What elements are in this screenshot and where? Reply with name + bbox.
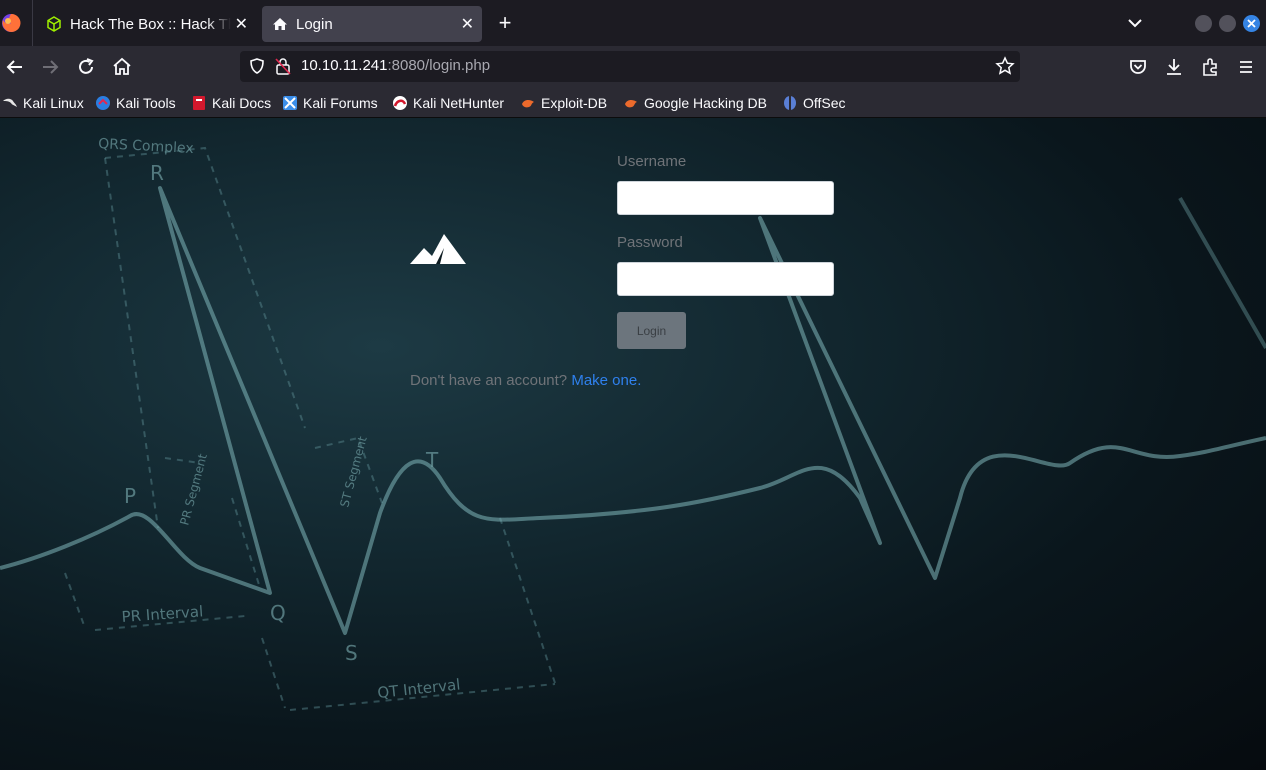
pr-segment-label: PR Segment [177,452,210,527]
url-bar[interactable]: 10.10.11.241:8080/login.php [240,51,1020,82]
tab-login[interactable]: Login ✕ [262,6,482,42]
st-segment-label: ST Segment [337,435,369,509]
forward-arrow-icon[interactable] [39,56,61,78]
tab-hackthebox[interactable]: Hack The Box :: Hack The Box ✕ [36,6,256,42]
qrs-complex-label: QRS Complex [98,136,194,157]
hackthebox-cube-icon [47,16,61,32]
menu-hamburger-icon[interactable] [1235,56,1257,78]
download-icon[interactable] [1163,56,1185,78]
close-window-button[interactable] [1243,15,1260,32]
username-input[interactable] [617,181,834,215]
bookmark-kali-tools[interactable]: Kali Tools [95,93,176,113]
bookmark-star-icon[interactable] [995,56,1015,76]
login-button[interactable]: Login [617,312,686,349]
exploit-db-icon [522,99,534,108]
bookmark-label: Kali Linux [23,95,84,111]
bookmark-label: OffSec [803,95,846,111]
pr-interval-label: PR Interval [121,602,204,626]
ecg-background-illustration: QRS Complex R P Q S T PR Segment ST Segm… [0,136,1266,711]
google-hacking-db-icon [625,99,637,108]
chevron-down-icon[interactable] [1124,14,1146,32]
bookmark-label: Google Hacking DB [644,95,767,111]
p-wave-label: P [124,484,136,508]
bookmarks-toolbar: Kali Linux Kali Tools Kali Docs Kali For… [0,88,1266,118]
home-icon[interactable] [111,56,133,78]
signup-link[interactable]: Make one. [571,372,641,389]
shield-icon[interactable] [248,57,266,75]
t-wave-label: T [425,448,439,472]
bookmark-kali-docs[interactable]: Kali Docs [191,93,271,113]
pocket-icon[interactable] [1127,56,1149,78]
url-text[interactable]: 10.10.11.241:8080/login.php [301,57,490,74]
new-tab-button[interactable]: + [494,12,516,34]
qt-interval-label: QT Interval [377,675,462,702]
kali-tools-icon [96,96,110,110]
close-icon [1247,19,1256,28]
bookmark-google-hacking-db[interactable]: Google Hacking DB [623,93,767,113]
q-wave-label: Q [270,601,286,625]
r-wave-label: R [150,161,164,185]
mountain-logo-icon [410,234,466,264]
signup-prompt: Don't have an account? Make one. [410,372,641,389]
tab-title: Hack The Box :: Hack The Box [70,15,231,33]
bookmark-label: Kali Docs [212,95,272,111]
login-page: QRS Complex R P Q S T PR Segment ST Segm… [0,118,1266,770]
kali-dragon-icon [3,98,17,107]
password-input[interactable] [617,262,834,296]
ecg-waveform [0,186,1266,635]
maximize-window-button[interactable] [1219,15,1236,32]
signup-prompt-text: Don't have an account? [410,372,568,389]
username-label: Username [617,153,687,170]
navigation-toolbar: 10.10.11.241:8080/login.php [0,46,1266,88]
ecg-annotation-labels: QRS Complex R P Q S T PR Segment ST Segm… [98,136,461,702]
bookmark-kali-linux[interactable]: Kali Linux [2,93,84,113]
bookmark-kali-nethunter[interactable]: Kali NetHunter [392,93,504,113]
back-arrow-icon[interactable] [4,56,26,78]
kali-docs-icon [193,96,205,110]
firefox-icon[interactable] [0,12,22,34]
kali-forums-icon [283,96,297,110]
reload-icon[interactable] [75,56,97,78]
s-wave-label: S [345,641,358,665]
tab-separator [32,0,33,46]
bookmark-offsec[interactable]: OffSec [782,93,846,113]
bookmark-label: Kali NetHunter [413,95,505,111]
insecure-lock-icon[interactable] [275,57,291,75]
offsec-icon [784,96,796,110]
bookmark-label: Kali Forums [303,95,378,111]
url-path: :8080/login.php [387,57,491,74]
password-label: Password [617,234,683,251]
bookmark-label: Kali Tools [116,95,176,111]
bookmark-exploit-db[interactable]: Exploit-DB [520,93,607,113]
tab-strip: Hack The Box :: Hack The Box ✕ Login ✕ + [0,0,1266,46]
bookmark-kali-forums[interactable]: Kali Forums [282,93,378,113]
extensions-puzzle-icon[interactable] [1199,56,1221,78]
close-tab-icon[interactable]: ✕ [461,14,474,34]
bookmark-label: Exploit-DB [541,95,608,111]
home-icon [273,18,287,30]
minimize-window-button[interactable] [1195,15,1212,32]
ecg-waveform-far [1178,197,1266,349]
tab-title: Login [296,15,333,33]
kali-nethunter-icon [393,96,407,110]
close-tab-icon[interactable]: ✕ [235,14,248,34]
url-host: 10.10.11.241 [301,57,388,74]
ecg-annotation-guides [64,146,556,711]
